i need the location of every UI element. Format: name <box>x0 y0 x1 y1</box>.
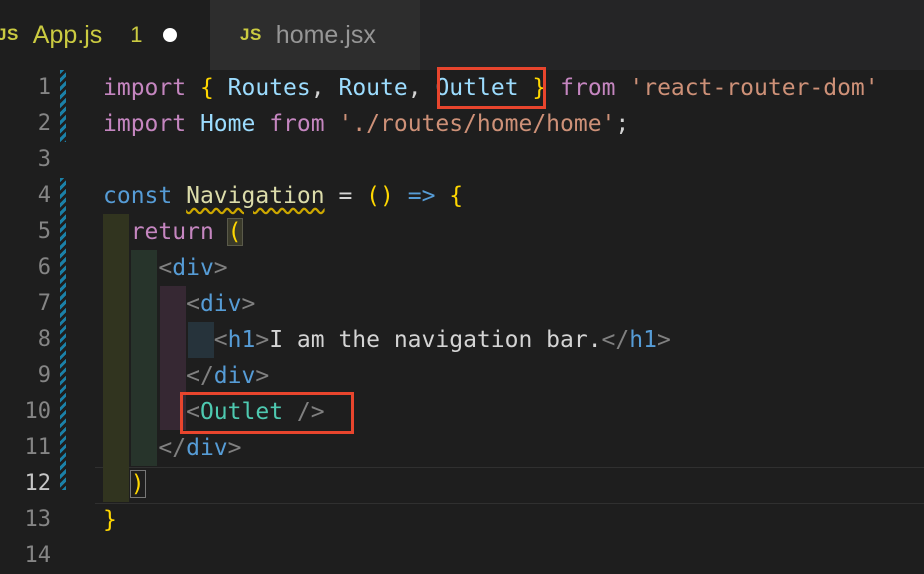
code-token: > <box>255 363 270 389</box>
code-line: 6 <div> <box>0 250 924 286</box>
code-token: () <box>366 183 394 209</box>
line-number: 11 <box>24 435 52 460</box>
code-token: Route <box>338 75 408 101</box>
code-token-matched-bracket: ) <box>129 470 146 498</box>
line-number: 9 <box>37 363 51 388</box>
code-token: = <box>338 183 353 209</box>
tab-app-js[interactable]: JS App.js 1 <box>0 0 210 70</box>
code-token: './routes/home/home' <box>338 111 616 137</box>
tab-label: home.jsx <box>275 20 376 49</box>
code-line: 7 <div> <box>0 286 924 322</box>
line-number: 4 <box>37 183 51 208</box>
annotation-box-outlet-import <box>437 67 546 109</box>
code-token: < <box>186 291 200 317</box>
code-token: h1 <box>227 327 256 353</box>
code-token: > <box>656 327 671 353</box>
code-token: from <box>560 75 616 101</box>
code-token: from <box>269 111 325 137</box>
code-token: import <box>103 111 187 137</box>
code-line-active: 12 ) <box>0 466 924 502</box>
code-token: ; <box>615 111 630 137</box>
tab-home-jsx[interactable]: JS home.jsx <box>210 0 420 70</box>
line-number: 2 <box>37 111 51 136</box>
code-token: div <box>186 435 228 461</box>
code-token: div <box>172 255 214 281</box>
line-number: 14 <box>24 543 52 568</box>
code-token: </ <box>158 435 187 461</box>
code-token-matched-bracket: ( <box>226 218 243 246</box>
code-token: > <box>213 255 228 281</box>
code-token: const <box>103 183 173 209</box>
code-token: > <box>241 291 256 317</box>
code-token: , <box>310 75 325 101</box>
code-editor[interactable]: 1 import { Routes, Route, Outlet } from … <box>0 67 924 568</box>
line-number: 1 <box>37 75 51 100</box>
code-token: 'react-router-dom' <box>629 75 879 101</box>
code-token: < <box>213 327 228 353</box>
code-token: { <box>199 75 214 101</box>
code-token: import <box>103 75 187 101</box>
code-token: Home <box>199 111 256 137</box>
code-line: 9 </div> <box>0 358 924 394</box>
code-token: div <box>213 363 256 389</box>
code-token: > <box>255 327 270 353</box>
line-number: 13 <box>24 507 52 532</box>
line-number: 5 <box>37 219 51 244</box>
code-token: } <box>103 507 117 533</box>
code-line: 2 import Home from './routes/home/home'; <box>0 106 924 142</box>
line-number: 7 <box>37 291 51 316</box>
code-line: 14 <box>0 538 924 574</box>
javascript-file-icon: JS <box>240 25 262 44</box>
code-token: , <box>407 75 422 101</box>
code-token: div <box>199 291 242 317</box>
line-number: 12 <box>24 471 52 496</box>
line-number: 6 <box>37 255 51 280</box>
code-token: </ <box>186 363 214 389</box>
javascript-file-icon: JS <box>0 25 19 44</box>
code-line: 13 } <box>0 502 924 538</box>
line-number: 8 <box>37 327 51 352</box>
line-number: 3 <box>37 147 51 172</box>
code-token: I am the navigation bar. <box>269 327 602 353</box>
annotation-box-outlet-component <box>180 392 354 434</box>
code-line: 5 return ( <box>0 214 924 250</box>
code-line: 11 </div> <box>0 430 924 466</box>
code-line: 10 <Outlet /> <box>0 394 924 430</box>
code-token-warning: Navigation <box>186 183 325 209</box>
code-token: return <box>130 219 214 245</box>
code-token: => <box>407 183 436 209</box>
code-token: > <box>227 435 242 461</box>
code-token: </ <box>601 327 630 353</box>
line-number: 10 <box>24 399 52 424</box>
code-token: { <box>449 183 464 209</box>
code-line: 3 <box>0 142 924 178</box>
tab-bar: JS App.js 1 JS home.jsx <box>0 0 924 70</box>
code-token: h1 <box>629 327 657 353</box>
unsaved-changes-icon[interactable] <box>162 28 177 42</box>
code-line: 8 <h1>I am the navigation bar.</h1> <box>0 322 924 358</box>
code-token: < <box>158 255 173 281</box>
code-line: 4 const Navigation = () => { <box>0 178 924 214</box>
tab-label: App.js <box>32 20 103 49</box>
code-token: Routes <box>227 75 311 101</box>
problem-count-badge: 1 <box>130 22 143 47</box>
